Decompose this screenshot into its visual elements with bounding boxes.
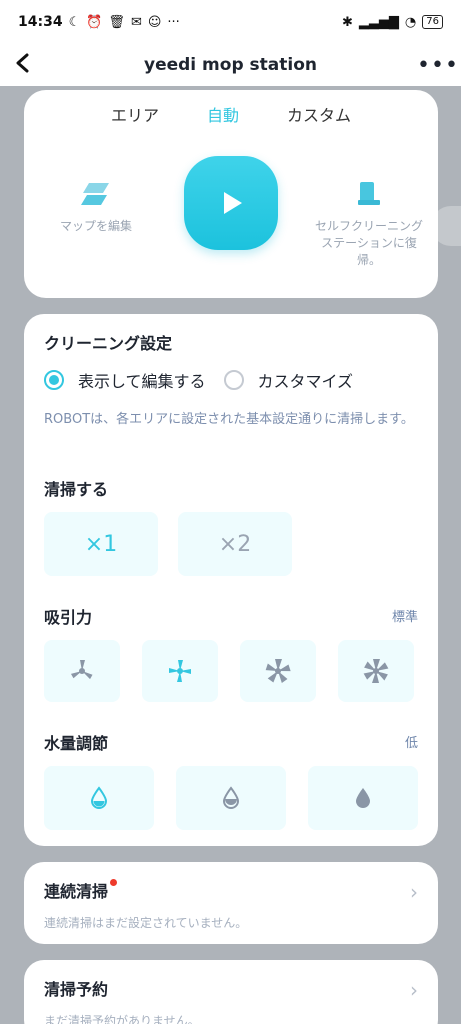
map-edit-icon	[48, 176, 144, 212]
moon-icon: ☾	[68, 14, 81, 30]
water-drop-icon	[222, 786, 240, 809]
continuous-cleaning-title: 連続清掃	[44, 882, 109, 901]
continuous-cleaning-row[interactable]: 連続清掃 連続清掃はまだ設定されていません。 ›	[24, 862, 438, 944]
fan-icon	[363, 659, 389, 683]
tab-custom[interactable]: カスタム	[287, 102, 351, 134]
status-bar: 14:34 ☾ ⏰ 🗑 ✉ ☺ ··· ✱ ▂▃▅▇ ◔ 76	[0, 0, 461, 44]
water-drop-icon	[90, 786, 108, 809]
mail-icon: ✉	[130, 14, 142, 30]
passes-twice-button[interactable]: ×2	[178, 512, 292, 576]
suction-quiet-button[interactable]	[44, 640, 120, 702]
status-time: 14:34	[18, 14, 63, 30]
fan-icon	[169, 660, 191, 682]
fan-icon	[265, 659, 291, 684]
play-icon	[224, 192, 242, 214]
mode-card: エリア 自動 カスタム マップを編集 セルフクリーニングステーションに復帰。	[24, 90, 438, 298]
signal-icon: ▂▃▅▇	[358, 14, 399, 30]
water-high-button[interactable]	[308, 766, 418, 830]
cleaning-settings-title: クリーニング設定	[44, 334, 173, 353]
bluetooth-icon: ✱	[342, 14, 353, 30]
suction-standard-button[interactable]	[142, 640, 218, 702]
passes-twice-label: ×2	[218, 531, 252, 557]
page-title: yeedi mop station	[144, 55, 317, 75]
trash-icon: 🗑	[108, 14, 125, 30]
suction-title: 吸引力	[44, 608, 93, 627]
chevron-right-icon: ›	[410, 978, 418, 1002]
water-value: 低	[404, 736, 418, 751]
chevron-left-icon[interactable]	[0, 51, 46, 79]
return-station-label: セルフクリーニングステーションに復帰。	[314, 219, 423, 267]
tab-area[interactable]: エリア	[111, 102, 159, 134]
more-horizontal-icon[interactable]: •••	[415, 53, 461, 78]
start-cleaning-button[interactable]	[184, 156, 278, 250]
station-icon	[310, 176, 428, 212]
passes-once-label: ×1	[84, 531, 118, 557]
chevron-right-icon: ›	[410, 880, 418, 904]
cleaning-settings-card: クリーニング設定 表示して編集する カスタマイズ ROBOTは、各エリアに設定さ…	[24, 314, 438, 846]
water-medium-button[interactable]	[176, 766, 286, 830]
tab-auto[interactable]: 自動	[207, 102, 239, 134]
water-drop-icon	[356, 788, 370, 808]
radio-customize-label: カスタマイズ	[257, 372, 354, 391]
radio-show-edit[interactable]	[44, 370, 64, 390]
more-dots-icon: ···	[167, 14, 180, 30]
mode-tabs: エリア 自動 カスタム	[24, 90, 438, 134]
battery-icon: 76	[422, 15, 443, 29]
wifi-icon: ◔	[404, 14, 417, 30]
return-station-button[interactable]: セルフクリーニングステーションに復帰。	[310, 176, 428, 269]
cleaning-mode-options: 表示して編集する カスタマイズ	[44, 368, 371, 392]
suction-value: 標準	[391, 610, 418, 625]
alarm-icon: ⏰	[86, 14, 103, 30]
suction-max-button[interactable]	[338, 640, 414, 702]
radio-customize[interactable]	[223, 370, 244, 390]
schedule-title: 清掃予約	[44, 980, 109, 999]
edit-map-button[interactable]: マップを編集	[48, 176, 144, 235]
passes-once-button[interactable]: ×1	[44, 512, 158, 576]
water-low-button[interactable]	[44, 766, 154, 830]
water-title: 水量調節	[44, 734, 109, 753]
schedule-subtitle: まだ清掃予約がありません。	[44, 1014, 200, 1024]
notification-dot	[110, 879, 118, 886]
suction-strong-button[interactable]	[240, 640, 316, 702]
radio-show-edit-label: 表示して編集する	[78, 372, 206, 391]
schedule-row[interactable]: 清掃予約 まだ清掃予約がありません。 ›	[24, 960, 438, 1024]
fan-icon	[70, 660, 93, 680]
cleaning-description: ROBOTは、各エリアに設定された基本設定通りに清掃します。	[44, 412, 414, 427]
app-header: yeedi mop station •••	[0, 44, 461, 86]
edit-map-label: マップを編集	[59, 219, 132, 233]
passes-title: 清掃する	[44, 480, 109, 499]
face-icon: ☺	[147, 14, 162, 30]
continuous-cleaning-subtitle: 連続清掃はまだ設定されていません。	[44, 916, 248, 930]
